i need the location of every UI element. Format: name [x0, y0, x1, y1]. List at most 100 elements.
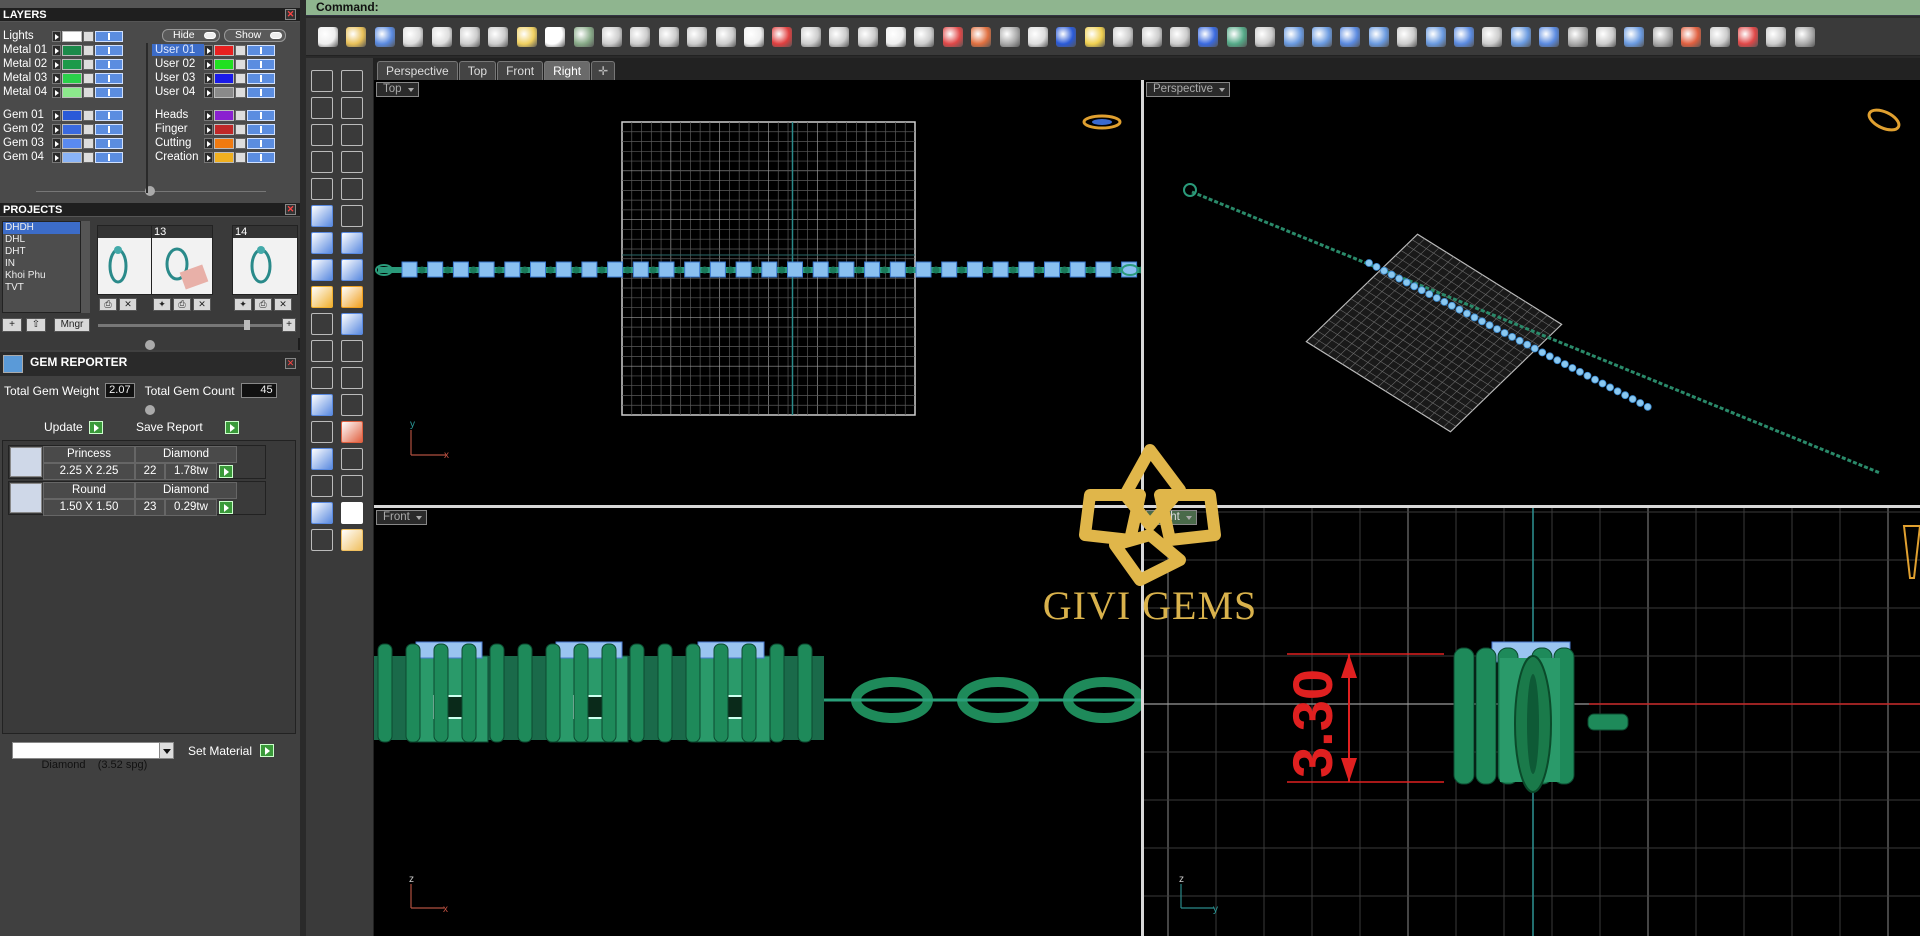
- list-item[interactable]: TVT: [3, 282, 89, 294]
- gem-icon[interactable]: [1510, 27, 1531, 47]
- list-item[interactable]: DHL: [3, 234, 89, 246]
- save-icon[interactable]: [374, 27, 395, 47]
- zoom-window-icon[interactable]: [658, 27, 679, 47]
- check-icon[interactable]: [341, 502, 363, 524]
- rotate-view-icon[interactable]: [744, 27, 764, 47]
- layer-name[interactable]: User 03: [152, 72, 204, 84]
- lock-icon[interactable]: [235, 58, 246, 70]
- close-icon[interactable]: ✕: [285, 9, 296, 20]
- lock-icon[interactable]: [83, 30, 94, 42]
- render-icon[interactable]: [971, 27, 992, 47]
- visible-toggle[interactable]: [247, 123, 275, 135]
- tab-perspective[interactable]: Perspective: [377, 61, 458, 80]
- print-icon[interactable]: [403, 27, 424, 47]
- visible-toggle[interactable]: [95, 30, 123, 42]
- color-swatch[interactable]: [214, 86, 234, 98]
- layer-name[interactable]: User 04: [152, 86, 204, 98]
- command-bar[interactable]: Command:: [306, 0, 1920, 16]
- lock-icon[interactable]: [83, 72, 94, 84]
- zoom-extents-icon[interactable]: [687, 27, 708, 47]
- layer-row[interactable]: User 03: [152, 71, 275, 85]
- layer-row[interactable]: Finger: [152, 122, 275, 136]
- arrow-icon[interactable]: [204, 109, 213, 121]
- lock-icon[interactable]: [235, 137, 246, 149]
- layer-name[interactable]: Gem 02: [0, 123, 52, 135]
- visible-toggle[interactable]: [247, 72, 275, 84]
- visible-toggle[interactable]: [95, 58, 123, 70]
- lock-icon[interactable]: [83, 109, 94, 121]
- layers-icon[interactable]: [1198, 27, 1219, 47]
- layer-name[interactable]: Metal 04: [0, 86, 52, 98]
- lock-icon[interactable]: [235, 123, 246, 135]
- viewport-perspective[interactable]: Perspective: [1144, 80, 1920, 505]
- arrow-icon[interactable]: [204, 86, 213, 98]
- pin-icon[interactable]: [341, 475, 363, 497]
- save-report-button[interactable]: Save Report: [134, 419, 256, 435]
- layer-row[interactable]: Metal 04: [0, 85, 123, 99]
- lock-icon[interactable]: [235, 109, 246, 121]
- boolean-icon[interactable]: [311, 313, 333, 335]
- color-swatch[interactable]: [214, 44, 234, 56]
- diamond-icon[interactable]: [1709, 27, 1730, 47]
- layer-row[interactable]: User 02: [152, 57, 275, 71]
- layer-name[interactable]: Metal 02: [0, 58, 52, 70]
- twist-icon[interactable]: [341, 367, 363, 389]
- arrow-icon[interactable]: [52, 30, 61, 42]
- color-swatch[interactable]: [62, 109, 82, 121]
- box-icon[interactable]: [311, 205, 333, 227]
- lock-icon[interactable]: [83, 137, 94, 149]
- arrow-icon[interactable]: [52, 137, 61, 149]
- project-list-scrollbar[interactable]: [80, 221, 90, 313]
- lock-icon[interactable]: [235, 86, 246, 98]
- lock-icon[interactable]: [235, 44, 246, 56]
- cylinder-icon[interactable]: [311, 232, 333, 254]
- project-list[interactable]: DHDH DHL DHT IN Khoi Phu TVT: [2, 221, 90, 313]
- layer-row[interactable]: Heads: [152, 108, 275, 122]
- close-icon[interactable]: ✕: [285, 358, 296, 369]
- wifi-icon[interactable]: [1226, 27, 1247, 47]
- bend-icon[interactable]: [311, 367, 333, 389]
- visible-toggle[interactable]: [95, 86, 123, 98]
- surface-icon[interactable]: [1368, 27, 1389, 47]
- play-icon[interactable]: [219, 501, 233, 514]
- ring-icon[interactable]: [1454, 27, 1474, 47]
- play-icon[interactable]: [219, 465, 233, 478]
- lock-icon[interactable]: [83, 44, 94, 56]
- grid-icon[interactable]: [772, 27, 793, 47]
- list-item[interactable]: IN: [3, 258, 89, 270]
- color-swatch[interactable]: [62, 44, 82, 56]
- solid-icon[interactable]: [311, 448, 333, 470]
- text-icon[interactable]: [311, 394, 333, 416]
- layer-row[interactable]: Creation: [152, 150, 275, 164]
- arrow-icon[interactable]: [52, 109, 61, 121]
- arrow-icon[interactable]: [204, 72, 213, 84]
- scale-icon[interactable]: [341, 394, 363, 416]
- arrow-icon[interactable]: [52, 72, 61, 84]
- tool-icon[interactable]: [1624, 27, 1645, 47]
- layer-row[interactable]: Metal 01: [0, 43, 123, 57]
- burst-icon[interactable]: [341, 286, 363, 308]
- list-item[interactable]: DHDH: [3, 222, 89, 234]
- viewport-top[interactable]: yx Top: [374, 80, 1141, 505]
- color-swatch[interactable]: [214, 72, 234, 84]
- gem-icon[interactable]: [311, 286, 333, 308]
- material-select[interactable]: Diamond (3.52 spg): [12, 742, 174, 771]
- update-button[interactable]: Update: [36, 419, 112, 435]
- layer-row[interactable]: Gem 03: [0, 136, 123, 150]
- close-icon[interactable]: ✕: [285, 204, 296, 215]
- cut-icon[interactable]: [460, 27, 480, 47]
- lock-icon[interactable]: [83, 123, 94, 135]
- new-icon[interactable]: [318, 27, 338, 47]
- surface-icon[interactable]: [1425, 27, 1446, 47]
- car-icon[interactable]: [800, 27, 821, 47]
- gear-icon[interactable]: [829, 27, 850, 47]
- color-wheel-icon[interactable]: [999, 27, 1020, 47]
- color-swatch[interactable]: [214, 137, 234, 149]
- visible-toggle[interactable]: [247, 137, 275, 149]
- gem-icon[interactable]: [1482, 27, 1503, 47]
- arrow-icon[interactable]: [204, 151, 213, 163]
- layer-row[interactable]: Cutting: [152, 136, 275, 150]
- arrow-icon[interactable]: [204, 137, 213, 149]
- curve-icon[interactable]: [1312, 27, 1332, 47]
- crosshair-icon[interactable]: [1738, 27, 1758, 47]
